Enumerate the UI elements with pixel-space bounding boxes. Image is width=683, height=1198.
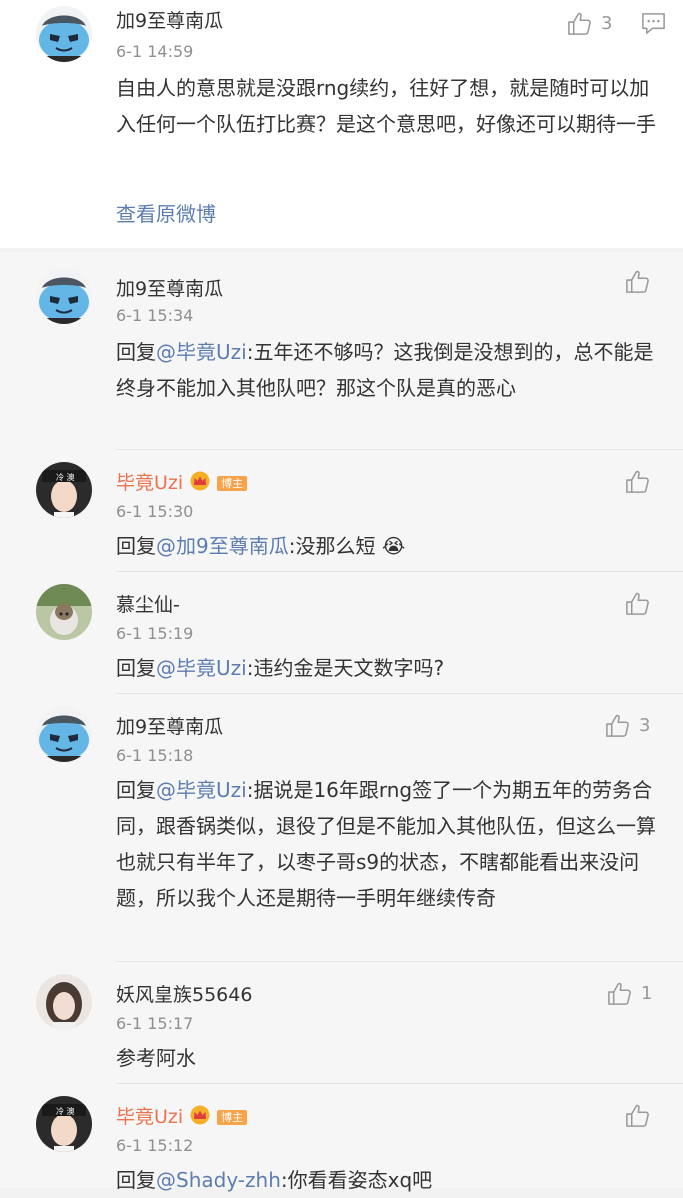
crown-icon — [189, 1105, 211, 1125]
main-comment: 加9至尊南瓜 6-1 14:59 3 自由人的意思就是没跟rng续约，往好了想，… — [0, 0, 683, 248]
blogger-badge: 博主 — [217, 1110, 248, 1125]
mention-link[interactable]: @毕竟Uzi — [156, 340, 247, 364]
divider — [116, 571, 683, 572]
reply-time: 6-1 15:17 — [116, 1014, 194, 1033]
mention-link[interactable]: @毕竟Uzi — [156, 656, 247, 680]
comment-text: 自由人的意思就是没跟rng续约，往好了想，就是随时可以加入任何一个队伍打比赛？是… — [116, 76, 656, 136]
reply-text: 回复@加9至尊南瓜:没那么短 😭 — [116, 528, 656, 564]
mention-link[interactable]: @加9至尊南瓜 — [156, 534, 289, 558]
divider — [116, 1083, 683, 1084]
reply-body: :没那么短 — [288, 534, 376, 558]
reply-prefix: 回复 — [116, 534, 156, 558]
reply-prefix: 回复 — [116, 656, 156, 680]
user-avatar[interactable] — [36, 1096, 92, 1152]
user-name-row: 毕竟Uzi 博主 — [116, 470, 248, 496]
reply-text: 回复@毕竟Uzi:五年还不够吗？这我倒是没想到的，总不能是终身不能加入其他队吧？… — [116, 334, 656, 406]
reply-text: 参考阿水 — [116, 1046, 196, 1070]
user-name[interactable]: 毕竟Uzi — [116, 1106, 183, 1128]
like-button[interactable] — [624, 1100, 651, 1130]
divider — [116, 693, 683, 694]
reply-text: 回复@毕竟Uzi:据说是16年跟rng签了一个为期五年的劳务合同，跟香锅类似，退… — [116, 772, 656, 916]
crown-icon — [189, 471, 211, 491]
user-name[interactable]: 毕竟Uzi — [116, 472, 183, 494]
mention-link[interactable]: @Shady-zhh — [156, 1168, 281, 1192]
comment-time: 6-1 14:59 — [116, 42, 194, 61]
user-name[interactable]: 加9至尊南瓜 — [116, 8, 223, 34]
thumbs-up-icon — [624, 268, 651, 295]
reply-text: 回复@毕竟Uzi:违约金是天文数字吗? — [116, 650, 656, 686]
user-avatar[interactable] — [36, 462, 92, 518]
mention-link[interactable]: @毕竟Uzi — [156, 778, 247, 802]
like-button[interactable]: 1 — [606, 978, 652, 1008]
reply-prefix: 回复 — [116, 1168, 156, 1192]
blogger-badge: 博主 — [217, 476, 248, 491]
like-count: 3 — [639, 714, 651, 736]
reply-body: :违约金是天文数字吗? — [246, 656, 445, 680]
thumbs-up-icon — [624, 590, 651, 617]
reply-time: 6-1 15:30 — [116, 502, 194, 521]
user-name[interactable]: 妖风皇族55646 — [116, 982, 252, 1008]
reply-time: 6-1 15:12 — [116, 1136, 194, 1155]
user-avatar[interactable] — [36, 6, 92, 62]
divider — [116, 961, 683, 962]
user-avatar[interactable] — [36, 974, 92, 1030]
crying-emoji-icon: 😭 — [381, 534, 406, 558]
user-name[interactable]: 加9至尊南瓜 — [116, 276, 223, 302]
like-button[interactable]: 3 — [604, 710, 650, 740]
user-avatar[interactable] — [36, 706, 92, 762]
comment-icon[interactable] — [640, 10, 667, 37]
reply-list: 加9至尊南瓜 6-1 15:34 回复@毕竟Uzi:五年还不够吗？这我倒是没想到… — [0, 252, 683, 1192]
like-button[interactable]: 3 — [566, 8, 612, 38]
thumbs-up-icon — [606, 980, 633, 1007]
user-name[interactable]: 加9至尊南瓜 — [116, 714, 223, 740]
user-avatar[interactable] — [36, 584, 92, 640]
reply-text: 回复@Shady-zhh:你看看姿态xq吧 — [116, 1162, 656, 1198]
like-button[interactable] — [624, 588, 651, 618]
reply-time: 6-1 15:19 — [116, 624, 194, 643]
reply-time: 6-1 15:34 — [116, 306, 194, 325]
divider — [116, 449, 683, 450]
user-avatar[interactable] — [36, 268, 92, 324]
user-name-row: 毕竟Uzi 博主 — [116, 1104, 248, 1130]
view-original-link[interactable]: 查看原微博 — [116, 200, 216, 228]
reply-time: 6-1 15:18 — [116, 746, 194, 765]
like-count: 1 — [641, 982, 653, 1004]
user-name[interactable]: 慕尘仙- — [116, 592, 180, 618]
reply-prefix: 回复 — [116, 778, 156, 802]
like-button[interactable] — [624, 266, 651, 296]
reply-body: :你看看姿态xq吧 — [280, 1168, 433, 1192]
reply-prefix: 回复 — [116, 340, 156, 364]
thumbs-up-icon — [604, 712, 631, 739]
thumbs-up-icon — [624, 468, 651, 495]
like-button[interactable] — [624, 466, 651, 496]
thumbs-up-icon — [566, 10, 593, 37]
thumbs-up-icon — [624, 1102, 651, 1129]
like-count: 3 — [601, 12, 613, 34]
